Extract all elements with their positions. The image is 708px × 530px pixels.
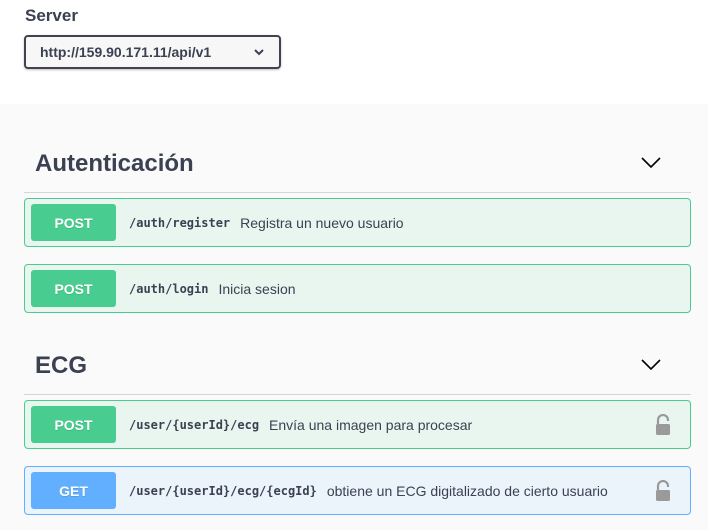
operation-path: /auth/register xyxy=(129,215,231,230)
opblock-auth-login[interactable]: POST /auth/login Inicia sesion xyxy=(24,264,691,313)
opblock-auth-register[interactable]: POST /auth/register Registra un nuevo us… xyxy=(24,198,691,247)
operation-path: /user/{userId}/ecg/{ecgId} xyxy=(129,483,317,498)
operation-summary: obtiene un ECG digitalizado de cierto us… xyxy=(326,482,608,499)
tag-ecg-header[interactable]: ECG xyxy=(24,308,691,395)
tag-title: Autenticación xyxy=(35,150,194,177)
opblock-user-ecg-post[interactable]: POST /user/{userId}/ecg Envía una imagen… xyxy=(24,400,691,449)
tag-title: ECG xyxy=(35,352,88,379)
operation-summary: Registra un nuevo usuario xyxy=(240,214,404,231)
method-badge: POST xyxy=(31,270,116,307)
method-badge: GET xyxy=(31,472,116,509)
server-select-value: http://159.90.171.11/api/v1 xyxy=(40,44,212,60)
chevron-down-icon xyxy=(254,49,264,56)
server-label: Server xyxy=(25,6,78,25)
tag-autenticacion-header[interactable]: Autenticación xyxy=(24,106,691,193)
servers-panel: Server http://159.90.171.11/api/v1 xyxy=(0,0,708,104)
opblock-user-ecg-get[interactable]: GET /user/{userId}/ecg/{ecgId} obtiene u… xyxy=(24,466,691,515)
operation-path: /user/{userId}/ecg xyxy=(129,417,260,432)
operations-area: Autenticación POST /auth/register Regist… xyxy=(0,104,708,530)
operation-summary: Inicia sesion xyxy=(218,280,296,297)
server-select[interactable]: http://159.90.171.11/api/v1 xyxy=(24,35,281,69)
chevron-down-icon xyxy=(641,359,661,371)
chevron-down-icon xyxy=(641,157,661,169)
method-badge: POST xyxy=(31,204,116,241)
method-badge: POST xyxy=(31,406,116,443)
lock-icon[interactable] xyxy=(655,414,671,436)
operation-summary: Envía una imagen para procesar xyxy=(269,416,473,433)
operation-path: /auth/login xyxy=(129,281,209,296)
lock-icon[interactable] xyxy=(655,480,671,502)
